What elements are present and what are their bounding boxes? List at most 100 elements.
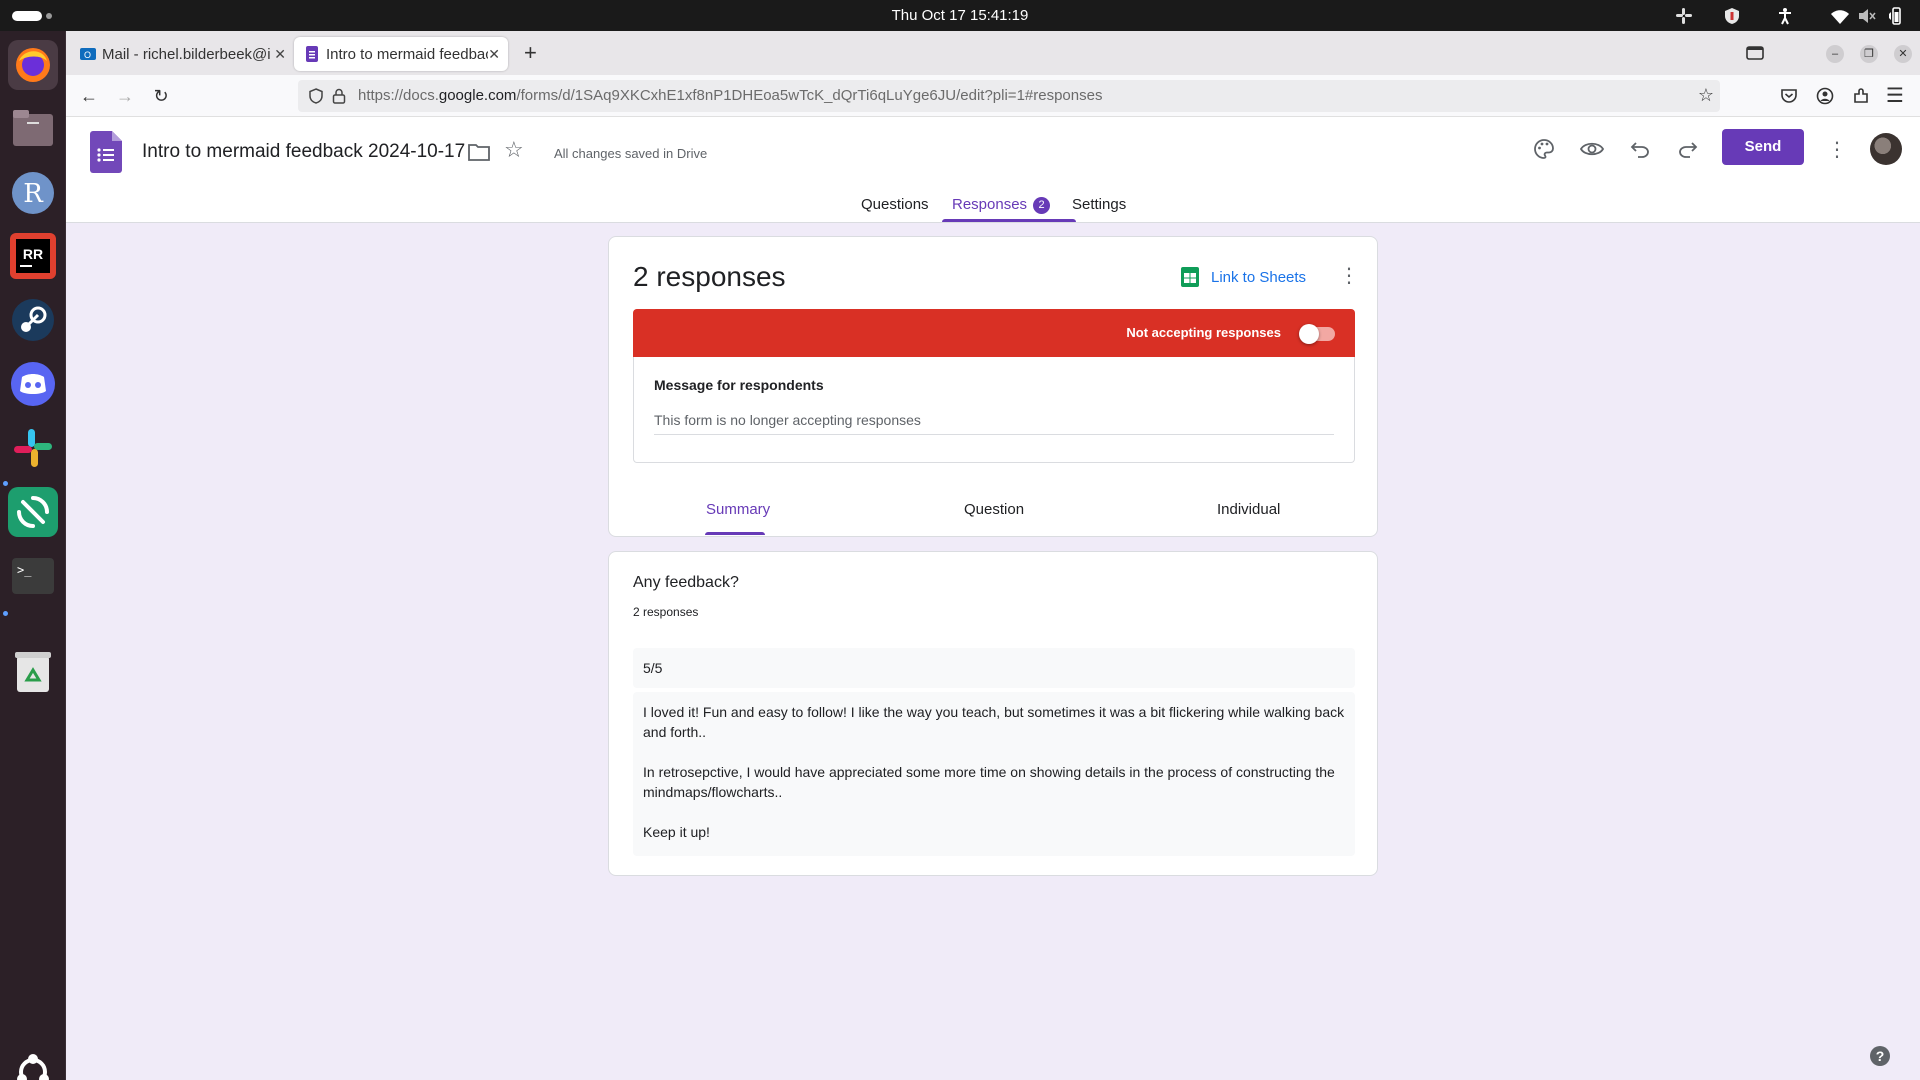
link-to-sheets-label: Link to Sheets bbox=[1211, 268, 1307, 286]
subtab-summary[interactable]: Summary bbox=[706, 501, 770, 518]
tab-mail[interactable]: O Mail - richel.bilderbeek@i ✕ bbox=[70, 37, 294, 71]
question-summary-card: Any feedback? 2 responses 5/5 I loved it… bbox=[608, 551, 1378, 876]
response-text: I loved it! Fun and easy to follow! I li… bbox=[643, 704, 1345, 740]
back-icon[interactable]: ← bbox=[78, 85, 100, 107]
send-button[interactable]: Send bbox=[1722, 129, 1804, 165]
svg-text:>_: >_ bbox=[17, 563, 32, 577]
active-tab-indicator bbox=[942, 219, 1076, 222]
lock-icon[interactable] bbox=[332, 88, 346, 104]
terminal-dock-icon[interactable]: >_ bbox=[8, 551, 58, 601]
message-label: Message for respondents bbox=[654, 377, 824, 393]
respondent-message-panel: Message for respondents bbox=[633, 357, 1355, 463]
responses-count-title: 2 responses bbox=[633, 261, 786, 292]
accepting-responses-label: Not accepting responses bbox=[1126, 325, 1281, 340]
preview-eye-icon[interactable] bbox=[1578, 135, 1606, 163]
svg-text:O: O bbox=[84, 50, 91, 60]
close-tab-icon[interactable]: ✕ bbox=[488, 46, 500, 63]
close-window-icon[interactable]: ✕ bbox=[1894, 45, 1912, 63]
show-apps-icon[interactable] bbox=[8, 1047, 58, 1080]
save-status: All changes saved in Drive bbox=[554, 146, 708, 161]
slack-tray-icon[interactable] bbox=[1674, 6, 1694, 26]
tab-settings[interactable]: Settings bbox=[1072, 196, 1126, 213]
steam-dock-icon[interactable] bbox=[8, 295, 58, 345]
accessibility-icon[interactable] bbox=[1775, 6, 1795, 26]
close-tab-icon[interactable]: ✕ bbox=[274, 46, 286, 63]
svg-text:RR: RR bbox=[23, 246, 43, 262]
redo-icon[interactable] bbox=[1674, 135, 1702, 163]
menu-icon[interactable]: ☰ bbox=[1886, 83, 1904, 108]
reload-icon[interactable]: ↻ bbox=[150, 85, 172, 107]
element-dock-icon[interactable] bbox=[8, 487, 58, 537]
more-options-icon[interactable]: ⋮ bbox=[1339, 263, 1359, 288]
forward-icon[interactable]: → bbox=[114, 85, 136, 107]
responses-count-badge: 2 bbox=[1033, 197, 1051, 214]
form-title[interactable]: Intro to mermaid feedback 2024-10-17 bbox=[142, 141, 465, 163]
tab-overview-icon[interactable] bbox=[1746, 45, 1764, 61]
response-text: Keep it up! bbox=[643, 824, 710, 840]
r-dock-icon[interactable]: R bbox=[8, 168, 58, 218]
star-icon[interactable]: ☆ bbox=[504, 137, 524, 163]
system-top-bar: Thu Oct 17 15:41:19 bbox=[0, 0, 1920, 31]
respondent-message-input[interactable] bbox=[654, 405, 1334, 435]
firefox-dock-icon[interactable] bbox=[8, 40, 58, 90]
new-tab-icon[interactable]: + bbox=[524, 40, 537, 66]
tab-forms-label: Intro to mermaid feedbac bbox=[326, 45, 488, 63]
undo-icon[interactable] bbox=[1626, 135, 1654, 163]
tab-forms[interactable]: Intro to mermaid feedbac ✕ bbox=[294, 37, 508, 71]
discord-dock-icon[interactable] bbox=[8, 359, 58, 409]
google-forms-logo-icon[interactable] bbox=[90, 131, 122, 173]
battery-icon[interactable] bbox=[1886, 6, 1906, 26]
volume-muted-icon[interactable] bbox=[1856, 6, 1876, 26]
url-text[interactable]: https://docs.google.com/forms/d/1SAq9XKC… bbox=[358, 87, 1102, 104]
browser-nav-bar: ← → ↻ https://docs.google.com/forms/d/1S… bbox=[66, 75, 1920, 117]
trash-dock-icon[interactable] bbox=[8, 647, 58, 697]
slack-dock-icon[interactable] bbox=[8, 423, 58, 473]
response-item: I loved it! Fun and easy to follow! I li… bbox=[633, 692, 1355, 856]
url-path: /forms/d/1SAq9XKCxhE1xf8nP1DHEoa5wTcK_dQ… bbox=[516, 87, 1103, 104]
responses-summary-card: 2 responses Link to Sheets ⋮ Not accepti… bbox=[608, 236, 1378, 537]
extensions-icon[interactable] bbox=[1852, 87, 1870, 105]
forms-header: Intro to mermaid feedback 2024-10-17 ☆ A… bbox=[66, 117, 1920, 223]
minimize-icon[interactable]: – bbox=[1826, 45, 1844, 63]
shield-tray-icon[interactable] bbox=[1722, 6, 1742, 26]
clock[interactable]: Thu Oct 17 15:41:19 bbox=[0, 7, 1920, 24]
tab-responses[interactable]: Responses 2 bbox=[952, 196, 1051, 214]
rustrover-dock-icon[interactable]: RR bbox=[8, 231, 58, 281]
subtab-question[interactable]: Question bbox=[964, 501, 1024, 518]
move-to-folder-icon[interactable] bbox=[468, 143, 490, 161]
bookmark-star-icon[interactable]: ☆ bbox=[1698, 85, 1714, 106]
files-dock-icon[interactable] bbox=[8, 103, 58, 153]
response-text: 5/5 bbox=[643, 660, 663, 676]
response-item: 5/5 bbox=[633, 648, 1355, 688]
link-to-sheets-button[interactable]: Link to Sheets bbox=[1181, 267, 1306, 287]
google-forms-icon bbox=[306, 46, 318, 62]
more-options-icon[interactable]: ⋮ bbox=[1823, 135, 1851, 163]
tab-questions[interactable]: Questions bbox=[861, 196, 929, 213]
svg-text:R: R bbox=[23, 179, 44, 209]
question-title: Any feedback? bbox=[633, 574, 739, 591]
toggle-knob bbox=[1299, 324, 1319, 344]
wifi-icon[interactable] bbox=[1830, 6, 1850, 26]
tracking-shield-icon[interactable] bbox=[308, 88, 324, 104]
slack-running-indicator bbox=[3, 481, 8, 486]
accepting-responses-banner: Not accepting responses bbox=[633, 309, 1355, 357]
response-text: In retrosepctive, I would have appreciat… bbox=[643, 764, 1335, 800]
outlook-icon: O bbox=[80, 48, 96, 60]
account-icon[interactable] bbox=[1816, 87, 1834, 105]
question-response-count: 2 responses bbox=[633, 605, 699, 619]
accepting-responses-toggle[interactable] bbox=[1299, 323, 1335, 344]
restore-icon[interactable]: ❐ bbox=[1860, 45, 1878, 63]
subtab-individual[interactable]: Individual bbox=[1217, 501, 1280, 518]
sheets-icon bbox=[1181, 267, 1199, 287]
browser-tab-strip: O Mail - richel.bilderbeek@i ✕ Intro to … bbox=[66, 31, 1920, 75]
pocket-icon[interactable] bbox=[1780, 87, 1798, 105]
url-host: google.com bbox=[438, 87, 517, 104]
active-subtab-indicator bbox=[705, 532, 765, 535]
help-icon[interactable]: ? bbox=[1870, 1046, 1890, 1066]
url-bar[interactable]: https://docs.google.com/forms/d/1SAq9XKC… bbox=[298, 80, 1720, 112]
url-prefix: https://docs. bbox=[358, 87, 439, 104]
customize-theme-icon[interactable] bbox=[1530, 135, 1558, 163]
avatar[interactable] bbox=[1870, 133, 1902, 165]
tab-responses-label: Responses bbox=[952, 196, 1028, 213]
terminal-running-indicator bbox=[3, 611, 8, 616]
